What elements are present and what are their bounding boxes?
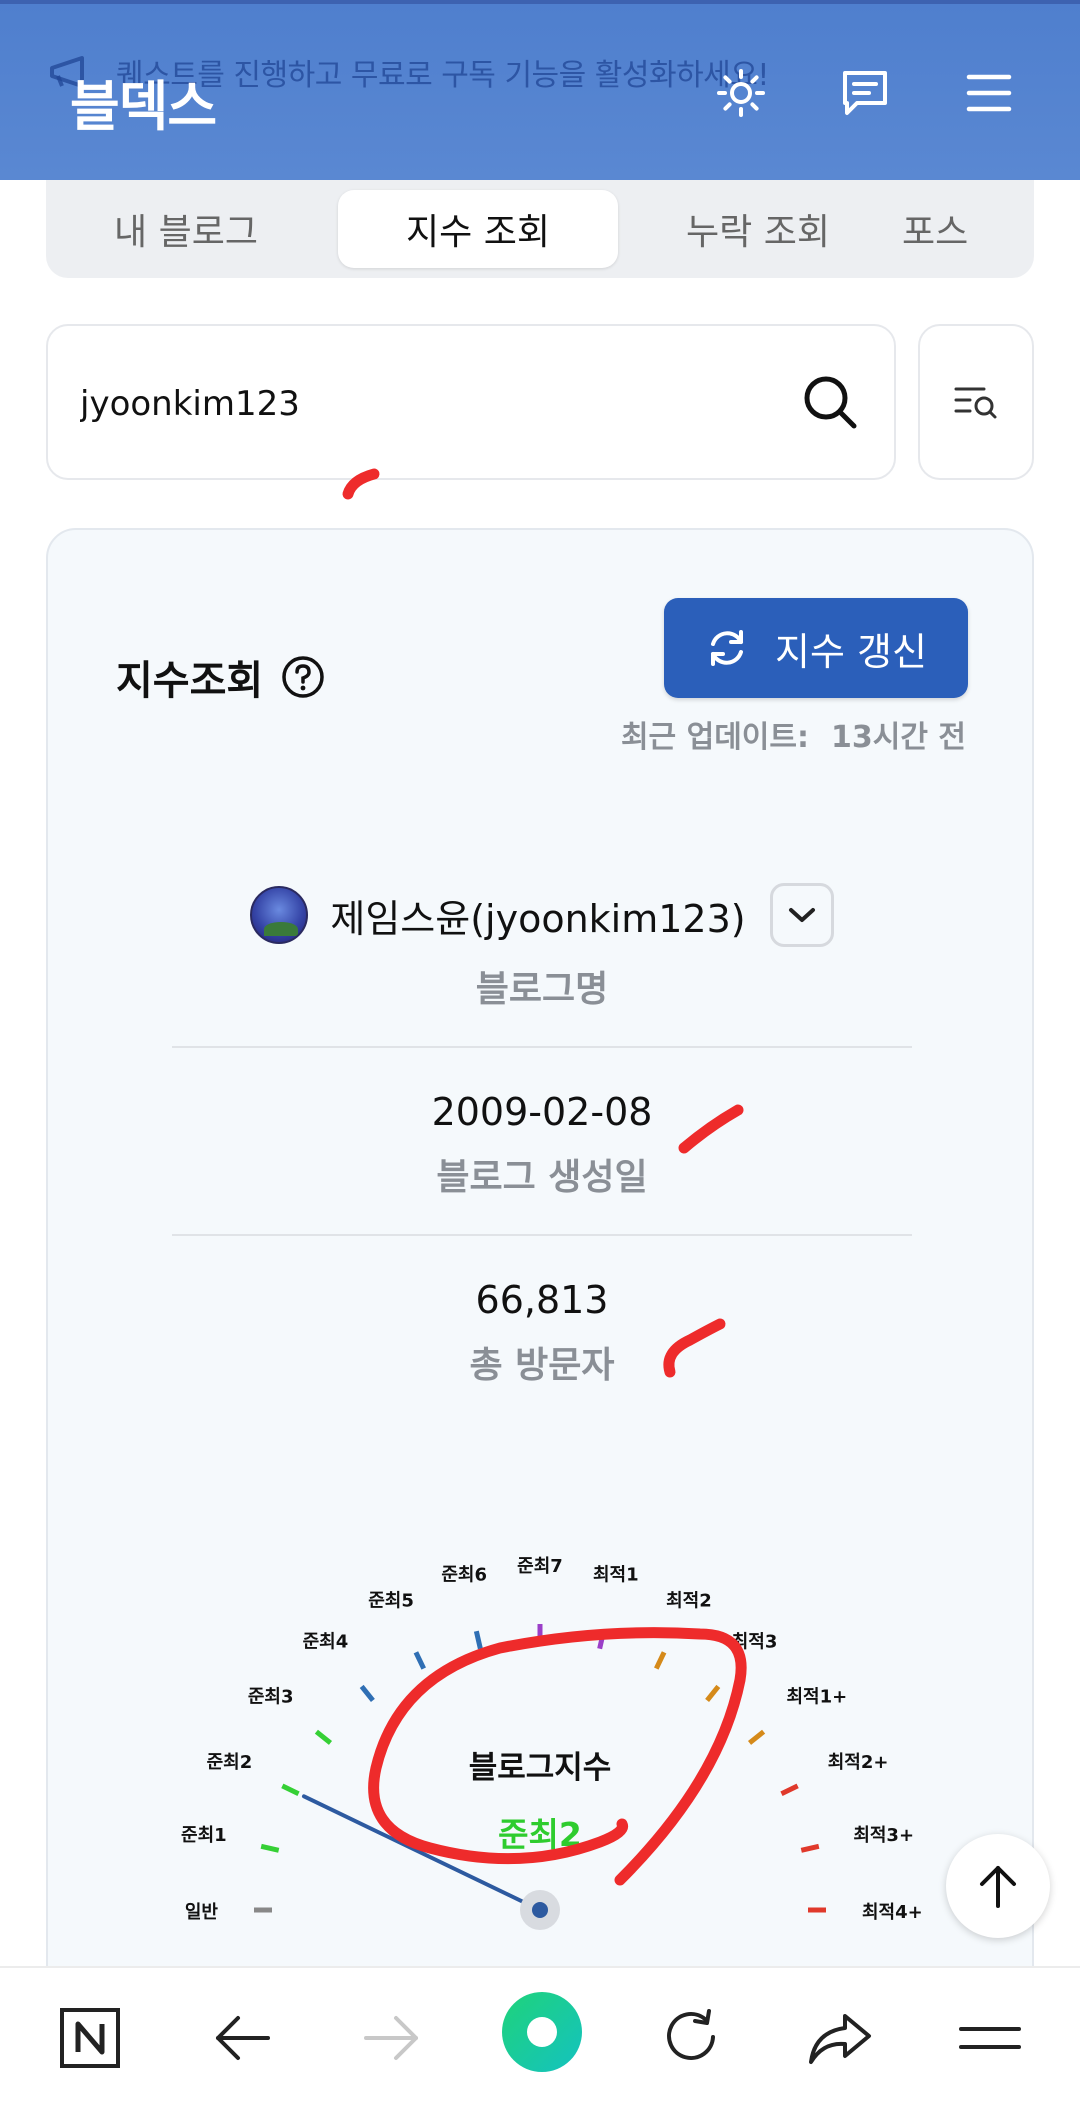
chat-icon[interactable] [834,62,896,124]
total-visitors: 66,813 [475,1278,609,1322]
created-date: 2009-02-08 [431,1090,653,1134]
brand-logo[interactable]: 블덱스 [70,62,217,141]
gauge-title: 블로그지수 [469,1750,612,1786]
share-icon[interactable] [800,1998,880,2078]
gauge-level-label: 준최4 [303,1631,349,1652]
refresh-icon [711,630,744,666]
gauge-level-label: 최적2+ [828,1752,889,1773]
list-search-icon [954,387,997,419]
created-date-label: 블로그 생성일 [436,1157,648,1198]
blog-name-label: 블로그명 [475,969,609,1010]
gauge-tick [314,1729,333,1745]
arrow-up-icon [980,1866,1016,1908]
gauge-tick [413,1651,426,1670]
card-title: 지수조회 [116,648,325,706]
tab-my-blog[interactable]: 내 블로그 [46,190,326,268]
sun-icon[interactable] [710,62,772,124]
n-logo-icon[interactable] [50,1998,130,2078]
gauge-level-label: 최적1 [593,1565,639,1586]
gauge-level-label: 최적3 [732,1631,778,1652]
gauge-tick [473,1630,483,1650]
search-list-button[interactable] [918,324,1034,480]
refresh-index-button[interactable]: 지수 갱신 [664,598,968,698]
index-card: 지수조회 지수 갱신 최근 업데이트: 13시간 전 제임스윤(jyoonkim1… [46,528,1034,2107]
blog-dropdown-button[interactable] [769,883,834,947]
reload-icon[interactable] [652,1998,732,2078]
refresh-label: 지수 갱신 [775,629,927,674]
app-header: 퀘스트를 진행하고 무료로 구독 기능을 활성화하세요! 블덱스 [0,0,1080,180]
browser-bottom-nav [0,1966,1080,2107]
updated-label: 최근 업데이트: [620,720,809,755]
gauge-level-label: 준최1 [181,1825,227,1846]
gauge-level-label: 최적2 [666,1590,712,1611]
back-arrow-icon[interactable] [202,1998,282,2078]
gauge-tick [705,1684,721,1703]
gauge-level-label: 일반 [185,1902,219,1923]
forward-arrow-icon[interactable] [352,1998,432,2078]
gauge-level-label: 준최7 [517,1556,563,1577]
tab-bar: 내 블로그 지수 조회 누락 조회 포스 [46,180,1034,278]
tab-post[interactable]: 포스 [898,190,1034,268]
gauge-level-label: 준최3 [248,1686,294,1707]
gauge-tick [800,1843,820,1853]
gauge-level-label: 최적4+ [862,1902,923,1923]
home-circle-icon[interactable] [500,1990,584,2074]
tab-index-lookup[interactable]: 지수 조회 [338,190,618,268]
gauge-hub-center [532,1902,548,1918]
gauge-level-label: 준최2 [207,1752,253,1773]
menu-lines-icon[interactable] [950,1998,1030,2078]
blog-selector: 제임스윤(jyoonkim123) [48,880,1036,950]
scroll-top-button[interactable] [946,1834,1050,1938]
gauge-tick [359,1684,375,1703]
search-input[interactable] [80,374,780,434]
gauge-level-label: 최적1+ [787,1686,848,1707]
total-visitors-label: 총 방문자 [469,1345,615,1386]
gauge-tick [654,1651,667,1670]
gauge-tick [597,1630,607,1650]
avatar [250,886,309,944]
gauge-tick [281,1783,300,1796]
gauge-level-label: 최적3+ [853,1825,914,1846]
gauge-tick [747,1729,766,1745]
divider [172,1046,912,1048]
help-icon[interactable] [281,655,325,699]
gauge-level-label: 준최5 [368,1590,414,1611]
gauge-tick [780,1783,799,1796]
search-box [46,324,896,480]
gauge-tick [260,1843,280,1853]
updated-value: 13시간 전 [831,720,966,755]
tab-missing-lookup[interactable]: 누락 조회 [618,190,898,268]
menu-icon[interactable] [958,62,1020,124]
gauge-level-label: 준최6 [441,1565,487,1586]
card-title-text: 지수조회 [116,658,264,704]
divider [172,1234,912,1236]
search-icon[interactable] [798,370,862,434]
chevron-down-icon [788,908,815,922]
gauge-current-level: 준최2 [498,1815,582,1854]
page: 퀘스트를 진행하고 무료로 구독 기능을 활성화하세요! 블덱스 내 블로그 지… [0,0,1080,2107]
last-updated: 최근 업데이트: 13시간 전 [621,712,966,756]
blog-name: 제임스윤(jyoonkim123) [330,896,746,941]
